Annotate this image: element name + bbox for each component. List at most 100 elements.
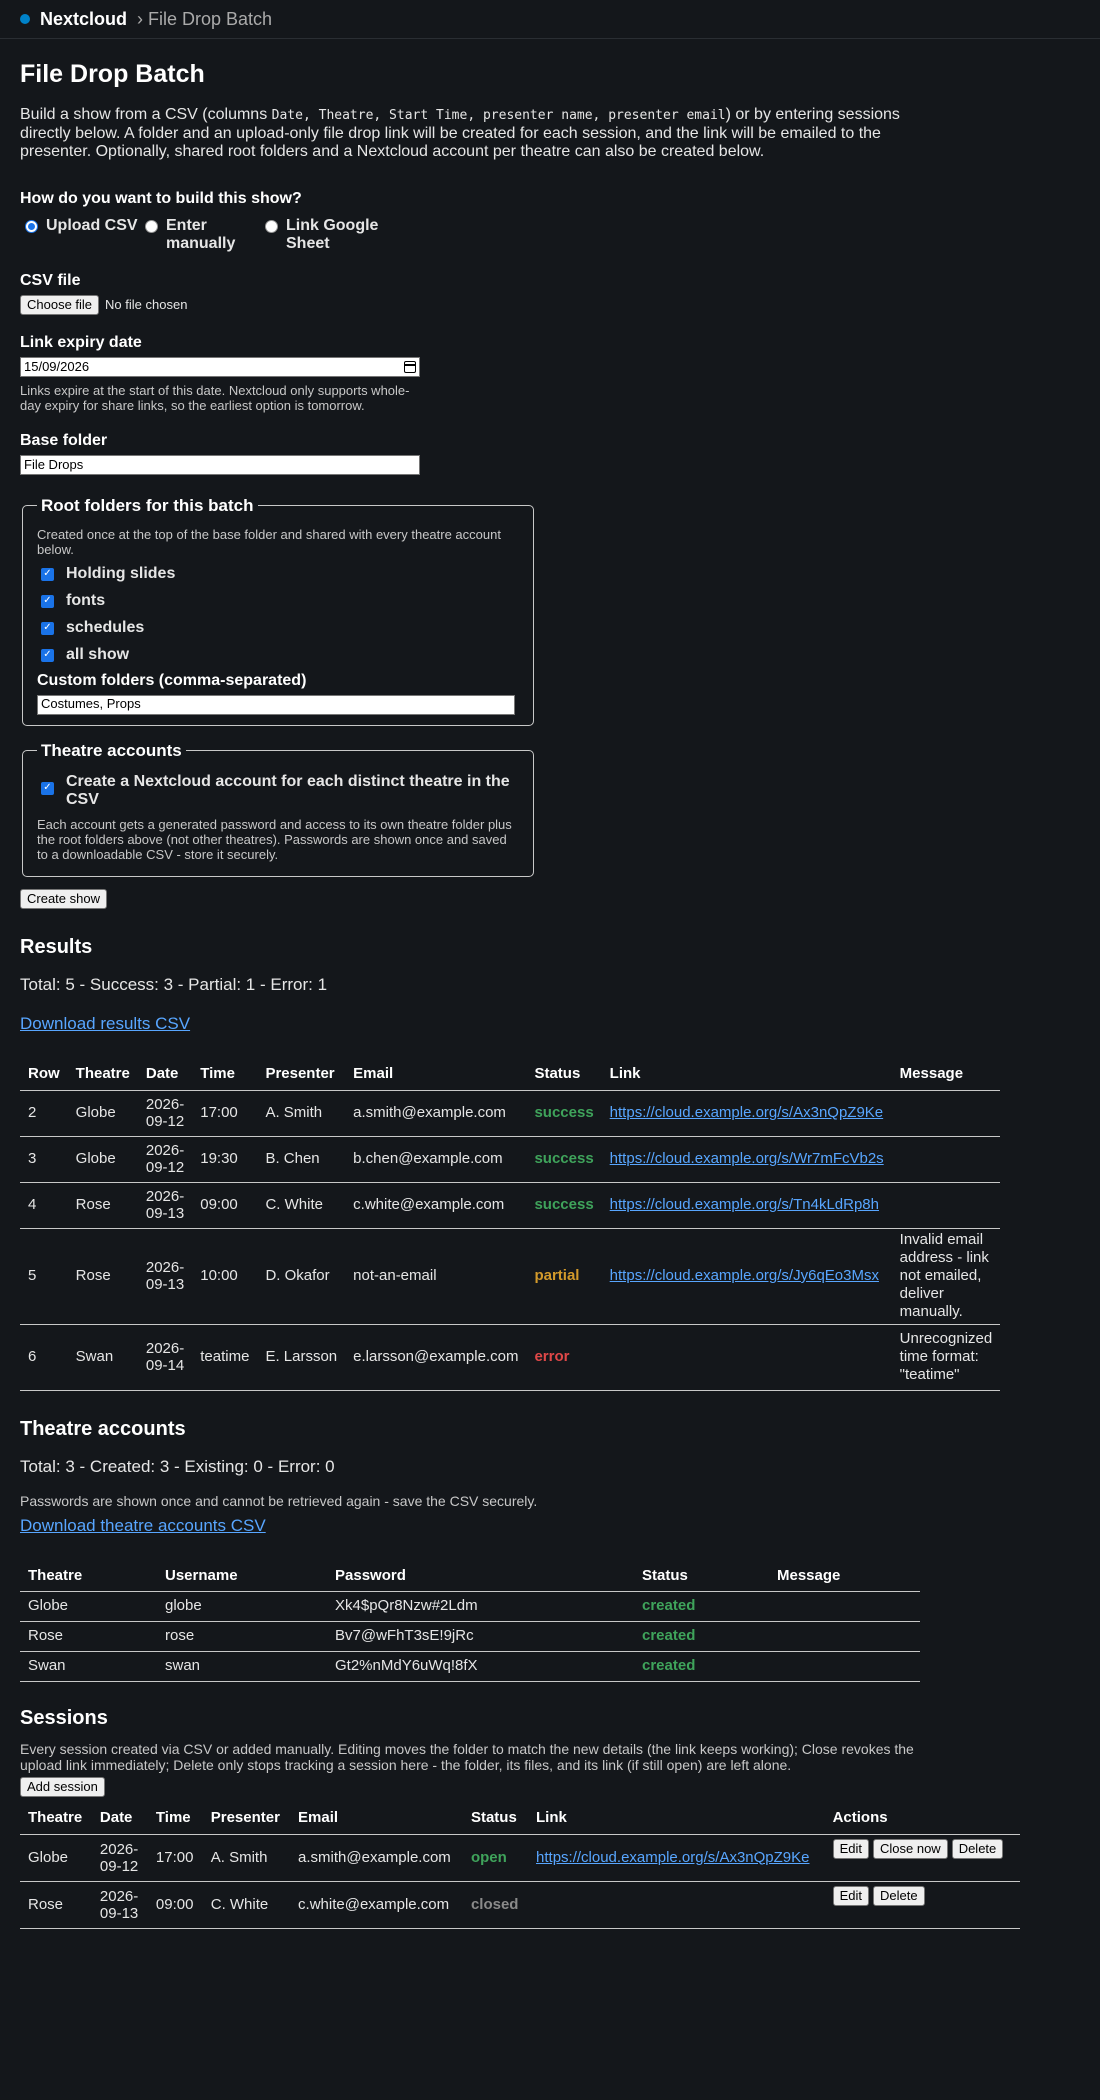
calendar-icon[interactable] (404, 361, 416, 374)
link-cell (528, 1881, 825, 1929)
theatre-accounts-fieldset: Theatre accounts ✓ Create a Nextcloud ac… (22, 739, 534, 877)
table-row: Swan swan Gt2%nMdY6uWq!8fX created (20, 1651, 920, 1683)
expiry-hint: Links expire at the start of this date. … (20, 383, 410, 414)
share-link[interactable]: https://cloud.example.org/s/Jy6qEo3Msx (610, 1267, 879, 1284)
results-header: Row (20, 1065, 68, 1091)
create-show-button[interactable]: Create show (20, 888, 107, 909)
row-number: 6 (20, 1324, 68, 1391)
email-cell: c.white@example.com (345, 1182, 527, 1229)
date-cell: 2026-09-13 (137, 1228, 193, 1325)
table-row: Globe 2026-09-12 17:00 A. Smith a.smith@exam… (20, 1834, 1020, 1882)
checkbox-all-show[interactable]: ✓ all show (37, 642, 519, 669)
presenter-cell: A. Smith (257, 1090, 346, 1137)
link-cell: https://cloud.example.org/s/Ax3nQpZ9Ke (528, 1834, 825, 1882)
accounts-totals: Total: 3 - Created: 3 - Existing: 0 - Er… (20, 1456, 335, 1476)
table-row: 6 Swan 2026-09-14 teatime E. Larsson e.larsso… (20, 1324, 1001, 1391)
results-header: Email (345, 1065, 527, 1091)
sessions-header: Time (147, 1809, 203, 1836)
file-status: No file chosen (105, 297, 188, 313)
root-folders-legend: Root folders for this batch (41, 496, 254, 516)
row-number: 3 (20, 1136, 68, 1183)
edit-button[interactable]: Edit (832, 1839, 869, 1859)
checkbox-checked-icon[interactable]: ✓ (41, 567, 54, 581)
results-header: Time (192, 1065, 258, 1091)
time-cell: 17:00 (147, 1834, 203, 1882)
share-link[interactable]: https://cloud.example.org/s/Wr7mFcVb2s (610, 1150, 884, 1167)
table-row: 5 Rose 2026-09-13 10:00 D. Okafor not-an-emai… (20, 1228, 1001, 1325)
custom-folders-input[interactable]: Costumes, Props (37, 694, 515, 715)
choose-file-button[interactable]: Choose file (20, 295, 100, 316)
password-cell: Gt2%nMdY6uWq!8fX (327, 1651, 634, 1683)
radio-enter-manually[interactable]: Enter manually (140, 217, 260, 253)
theatre-cell: Rose (67, 1228, 138, 1325)
page-title: File Drop Batch (20, 60, 205, 88)
delete-button[interactable]: Delete (951, 1839, 1004, 1859)
download-accounts-link[interactable]: Download theatre accounts CSV (20, 1516, 266, 1535)
share-link[interactable]: https://cloud.example.org/s/Tn4kLdRp8h (610, 1196, 879, 1213)
radio-button-icon[interactable] (265, 220, 278, 234)
sessions-header: Presenter (202, 1809, 291, 1836)
share-link[interactable]: https://cloud.example.org/s/Ax3nQpZ9Ke (610, 1104, 883, 1121)
checkbox-schedules[interactable]: ✓ schedules (37, 615, 519, 642)
custom-folders-label: Custom folders (comma-separated) (37, 671, 307, 689)
build-question: How do you want to build this show? (20, 190, 302, 208)
status-badge: success (526, 1090, 602, 1137)
radio-button-selected-icon[interactable] (25, 220, 38, 234)
message-cell (769, 1651, 920, 1683)
theatre-cell: Globe (67, 1136, 138, 1183)
email-cell: e.larsson@example.com (345, 1324, 527, 1391)
link-cell (601, 1324, 892, 1391)
theatre-cell: Rose (20, 1621, 157, 1653)
theatre-cell: Globe (20, 1834, 92, 1882)
share-link[interactable]: https://cloud.example.org/s/Ax3nQpZ9Ke (536, 1849, 809, 1866)
csv-file-input[interactable]: Choose file No file chosen (20, 295, 1080, 316)
date-cell: 2026-09-12 (137, 1136, 193, 1183)
actions-cell: Edit Delete (824, 1881, 1020, 1929)
sessions-header: Link (528, 1809, 825, 1836)
sessions-header: Status (462, 1809, 529, 1836)
email-cell: not-an-email (345, 1228, 527, 1325)
checkbox-checked-icon[interactable]: ✓ (41, 648, 54, 662)
status-badge: created (634, 1591, 769, 1623)
results-header: Theatre (67, 1065, 138, 1091)
brand-link[interactable]: Nextcloud (40, 8, 127, 31)
table-row: 4 Rose 2026-09-13 09:00 C. White c.white@exam… (20, 1182, 1001, 1229)
delete-button[interactable]: Delete (872, 1886, 925, 1906)
checkbox-fonts[interactable]: ✓ fonts (37, 588, 519, 615)
radio-google-sheet[interactable]: Link Google Sheet (260, 217, 400, 253)
password-cell: Xk4$pQr8Nzw#2Ldm (327, 1591, 634, 1623)
results-header: Message (891, 1065, 1001, 1091)
accounts-header: Theatre (20, 1566, 157, 1593)
checkbox-create-accounts[interactable]: ✓ Create a Nextcloud account for each di… (37, 773, 519, 809)
status-badge: created (634, 1651, 769, 1683)
sessions-header: Actions (824, 1809, 1020, 1836)
sessions-title: Sessions (20, 1707, 108, 1730)
base-folder-input[interactable]: File Drops (20, 455, 420, 476)
accounts-title: Theatre accounts (20, 1417, 186, 1440)
message-cell (769, 1591, 920, 1623)
theatre-cell: Swan (20, 1651, 157, 1683)
checkbox-checked-icon[interactable]: ✓ (41, 621, 54, 635)
link-cell: https://cloud.example.org/s/Jy6qEo3Msx (601, 1228, 892, 1325)
close-now-button[interactable]: Close now (872, 1839, 948, 1859)
radio-upload-csv[interactable]: Upload CSV (20, 217, 140, 235)
checkbox-holding-slides[interactable]: ✓ Holding slides (37, 561, 519, 588)
results-header: Link (601, 1065, 892, 1091)
date-cell: 2026-09-12 (137, 1090, 193, 1137)
radio-button-icon[interactable] (145, 220, 158, 234)
status-badge: error (526, 1324, 602, 1391)
checkbox-checked-icon[interactable]: ✓ (41, 594, 54, 608)
row-number: 2 (20, 1090, 68, 1137)
add-session-button[interactable]: Add session (20, 1777, 105, 1798)
username-cell: globe (157, 1591, 327, 1623)
message-cell: Invalid email address - link not emailed… (891, 1228, 1001, 1325)
checkbox-checked-icon[interactable]: ✓ (41, 781, 54, 795)
edit-button[interactable]: Edit (832, 1886, 869, 1906)
root-folders-hint: Created once at the top of the base fold… (37, 526, 501, 557)
theatre-cell: Globe (20, 1591, 157, 1623)
results-table: Row Theatre Date Time Presenter Email Status Li… (20, 1065, 1001, 1391)
expiry-date-input[interactable]: 15/09/2026 (20, 357, 420, 378)
download-results-link[interactable]: Download results CSV (20, 1014, 190, 1033)
table-row: Rose rose Bv7@wFhT3sE!9jRc created (20, 1621, 920, 1653)
theatre-accounts-hint: Each account gets a generated password a… (37, 816, 512, 862)
